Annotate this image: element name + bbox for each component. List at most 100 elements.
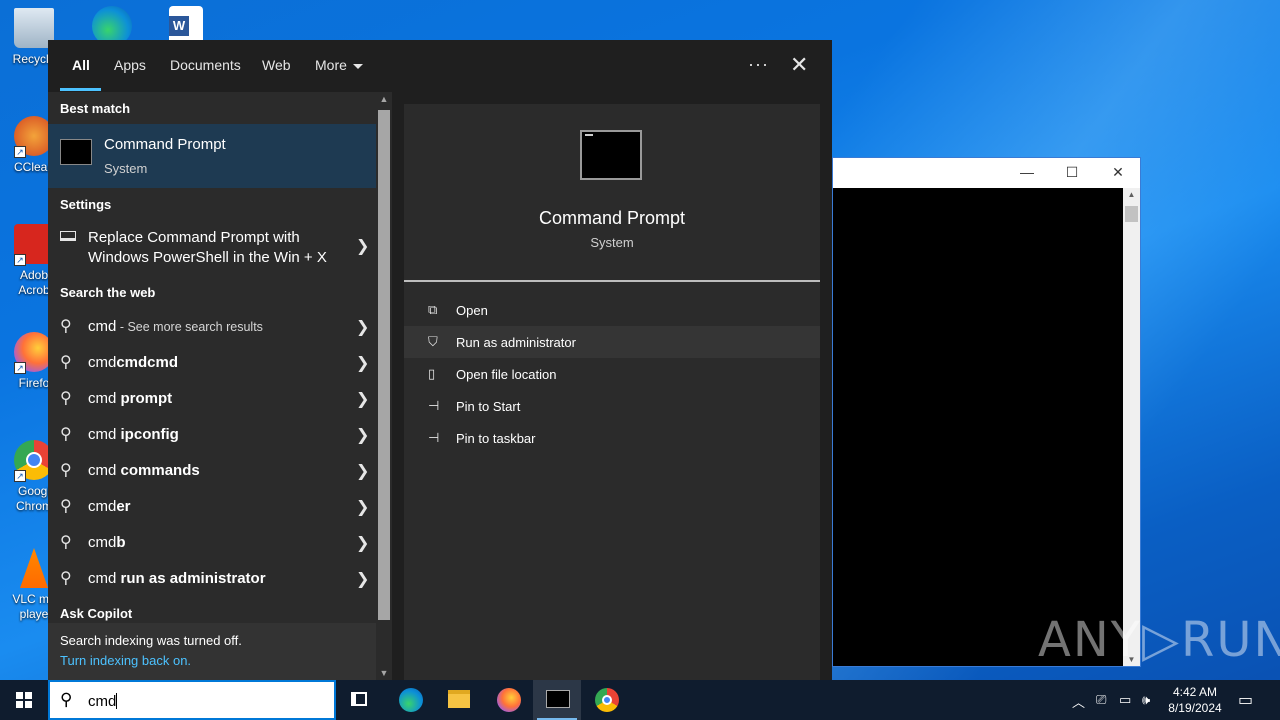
action-run-as-administrator[interactable]: ⛉ Run as administrator <box>404 326 820 358</box>
query-plain: cmd <box>88 498 117 515</box>
query-plain: cmd <box>88 426 121 443</box>
chrome-icon <box>595 688 619 712</box>
clock-time: 4:42 AM <box>1172 685 1218 699</box>
tab-web[interactable]: Web <box>262 57 291 73</box>
web-result-label: cmd prompt <box>88 390 172 407</box>
window-scrollbar[interactable]: ▲ ▼ <box>1123 188 1140 666</box>
search-icon: ⚲ <box>60 318 72 335</box>
maximize-icon[interactable]: ☐ <box>1062 164 1082 181</box>
taskbar-file-explorer[interactable] <box>434 680 482 720</box>
web-result-item[interactable]: ⚲ cmd - See more search results ❯ <box>48 309 376 345</box>
web-result-item[interactable]: ⚲ cmd ipconfig ❯ <box>48 417 376 453</box>
action-pin-to-taskbar[interactable]: ⊣ Pin to taskbar <box>404 422 820 454</box>
chevron-right-icon[interactable]: ❯ <box>356 569 369 589</box>
pin-icon: ⊣ <box>428 398 440 413</box>
settings-item[interactable]: Replace Command Prompt with Windows Powe… <box>48 222 376 274</box>
action-label: Open file location <box>456 367 557 382</box>
query-plain: cmd <box>88 570 121 587</box>
turn-indexing-on-link[interactable]: Turn indexing back on. <box>60 653 191 668</box>
ask-copilot-heading: Ask Copilot <box>60 606 133 621</box>
search-input[interactable]: cmd <box>88 693 118 710</box>
action-pin-to-start[interactable]: ⊣ Pin to Start <box>404 390 820 422</box>
web-result-item[interactable]: ⚲ cmdcmdcmd ❯ <box>48 345 376 381</box>
search-icon: ⚲ <box>60 462 72 479</box>
chevron-right-icon[interactable]: ❯ <box>356 353 369 373</box>
tab-more-label: More <box>315 57 347 73</box>
action-open[interactable]: ⧉ Open <box>404 294 820 326</box>
windows-logo-icon <box>16 692 32 708</box>
query-plain: cmd <box>88 390 121 407</box>
chevron-right-icon[interactable]: ❯ <box>356 533 369 553</box>
best-match-item[interactable]: Command Prompt System <box>48 124 376 188</box>
best-match-title: Command Prompt <box>104 136 226 153</box>
web-result-item[interactable]: ⚲ cmd commands ❯ <box>48 453 376 489</box>
web-result-item[interactable]: ⚲ cmder ❯ <box>48 489 376 525</box>
taskbar-chrome[interactable] <box>583 680 631 720</box>
preview-title: Command Prompt <box>538 208 686 228</box>
action-label: Run as administrator <box>456 335 576 350</box>
command-prompt-large-icon <box>580 130 642 180</box>
indexing-notice: Search indexing was turned off. Turn ind… <box>48 623 376 680</box>
scroll-up-icon[interactable]: ▲ <box>1123 190 1140 199</box>
settings-item-label: Replace Command Prompt with Windows Powe… <box>88 229 327 266</box>
search-icon: ⚲ <box>60 534 72 551</box>
scroll-thumb[interactable] <box>378 110 390 620</box>
shortcut-arrow-icon: ↗ <box>14 254 26 266</box>
device-icon[interactable]: ⎚ <box>1096 692 1106 708</box>
chevron-right-icon[interactable]: ❯ <box>356 425 369 445</box>
query-plain: cmd <box>88 462 121 479</box>
tab-apps[interactable]: Apps <box>114 57 146 73</box>
scroll-thumb[interactable] <box>1125 206 1138 222</box>
action-open-file-location[interactable]: ▯ Open file location <box>404 358 820 390</box>
command-prompt-icon <box>60 139 92 165</box>
close-icon[interactable]: ✕ <box>790 52 808 78</box>
taskbar-edge[interactable] <box>386 680 434 720</box>
search-web-heading: Search the web <box>60 285 156 300</box>
web-result-item[interactable]: ⚲ cmd prompt ❯ <box>48 381 376 417</box>
chevron-up-icon[interactable]: ︿ <box>1072 692 1085 711</box>
volume-icon[interactable]: 🕪 <box>1142 692 1150 708</box>
shortcut-arrow-icon: ↗ <box>14 470 26 482</box>
taskbar: ⚲ cmd ︿ ⎚ ▭ 🕪 4:42 AM 8/19/2024 ▭ <box>0 680 1280 720</box>
query-bold: er <box>116 498 131 515</box>
network-icon[interactable]: ▭ <box>1119 692 1131 708</box>
folder-icon <box>448 690 470 708</box>
tab-more[interactable]: More <box>315 57 363 73</box>
chevron-right-icon[interactable]: ❯ <box>356 317 369 337</box>
web-result-label: cmd commands <box>88 462 200 479</box>
start-button[interactable] <box>0 680 48 720</box>
notifications-icon[interactable]: ▭ <box>1238 690 1253 710</box>
command-prompt-icon <box>546 690 570 708</box>
close-icon[interactable]: ✕ <box>1108 164 1128 181</box>
text-caret <box>116 693 118 709</box>
action-label: Open <box>456 303 488 318</box>
tab-documents[interactable]: Documents <box>170 57 241 73</box>
taskbar-firefox[interactable] <box>484 680 532 720</box>
pin-icon: ⊣ <box>428 430 440 445</box>
chevron-right-icon[interactable]: ❯ <box>356 461 369 481</box>
scroll-down-icon[interactable]: ▼ <box>376 668 392 678</box>
active-tab-indicator <box>60 88 101 91</box>
task-view-button[interactable] <box>336 680 384 720</box>
web-result-item[interactable]: ⚲ cmd run as administrator ❯ <box>48 561 376 597</box>
shortcut-arrow-icon: ↗ <box>14 146 26 158</box>
query-bold: b <box>116 534 126 551</box>
background-cmd-window[interactable]: — ☐ ✕ ▲ ▼ <box>832 157 1141 667</box>
firefox-icon <box>497 688 521 712</box>
chevron-right-icon[interactable]: ❯ <box>356 389 369 409</box>
system-clock[interactable]: 4:42 AM 8/19/2024 <box>1160 684 1230 716</box>
web-result-label: cmd ipconfig <box>88 426 179 443</box>
results-scrollbar[interactable]: ▲ ▼ <box>376 92 392 680</box>
chevron-right-icon[interactable]: ❯ <box>356 236 369 256</box>
taskbar-search-box[interactable]: ⚲ cmd <box>48 680 336 720</box>
action-label: Pin to taskbar <box>456 431 536 446</box>
more-options-icon[interactable]: ··· <box>748 54 769 75</box>
console-area[interactable] <box>833 188 1123 666</box>
chevron-right-icon[interactable]: ❯ <box>356 497 369 517</box>
window-titlebar[interactable]: — ☐ ✕ <box>833 158 1140 188</box>
minimize-icon[interactable]: — <box>1017 164 1037 180</box>
taskbar-command-prompt[interactable] <box>533 680 581 720</box>
web-result-item[interactable]: ⚲ cmdb ❯ <box>48 525 376 561</box>
scroll-up-icon[interactable]: ▲ <box>376 94 392 104</box>
tab-all[interactable]: All <box>72 57 90 73</box>
